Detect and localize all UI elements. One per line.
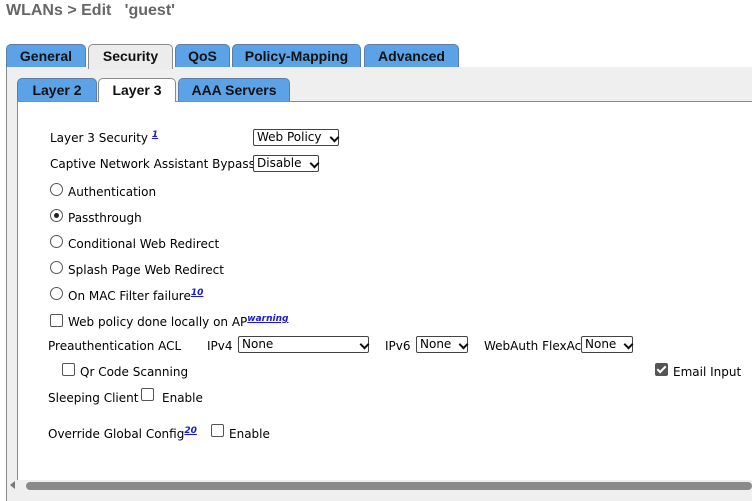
radio-splash-page-web-redirect-label: Splash Page Web Redirect: [68, 263, 224, 277]
tab-qos[interactable]: QoS: [175, 44, 230, 67]
scroll-left-icon[interactable]: [10, 481, 15, 489]
sleeping-client-enable-label: Enable: [162, 391, 203, 405]
radio-passthrough-label: Passthrough: [68, 211, 142, 225]
ipv4-label: IPv4: [207, 339, 233, 353]
radio-mac-filter-failure-label: On MAC Filter failure10: [68, 288, 204, 303]
sleeping-client-label: Sleeping Client: [48, 391, 139, 405]
preauth-acl-label: Preauthentication ACL: [48, 339, 182, 353]
override-global-config-label: Override Global Config20: [48, 426, 197, 441]
layer3-security-select[interactable]: Web Policy: [253, 129, 339, 146]
cna-bypass-label: Captive Network Assistant Bypass: [50, 157, 255, 171]
webauth-flexacl-select[interactable]: None: [581, 336, 634, 353]
tab-policy-mapping[interactable]: Policy-Mapping: [232, 44, 361, 67]
subtab-layer2[interactable]: Layer 2: [17, 78, 97, 101]
override-global-config-checkbox[interactable]: [211, 424, 224, 437]
cna-bypass-select[interactable]: Disable: [253, 155, 319, 172]
page-title: WLANs > Edit 'guest': [6, 2, 175, 19]
warning-link[interactable]: warning: [247, 314, 288, 324]
radio-passthrough[interactable]: [50, 209, 63, 222]
radio-mac-filter-failure[interactable]: [50, 287, 63, 300]
ipv4-acl-select[interactable]: None: [238, 336, 369, 353]
email-input-label: Email Input: [673, 365, 742, 379]
scrollbar-thumb[interactable]: [26, 482, 752, 490]
footnote-link[interactable]: 20: [184, 426, 197, 436]
ipv6-label: IPv6: [385, 339, 411, 353]
radio-authentication-label: Authentication: [68, 185, 157, 199]
web-policy-local-checkbox[interactable]: [50, 314, 63, 327]
override-global-enable-label: Enable: [229, 427, 270, 441]
email-input-checkbox[interactable]: [655, 363, 668, 376]
radio-authentication[interactable]: [50, 183, 63, 196]
web-policy-local-label: Web policy done locally on APwarning: [68, 314, 289, 329]
radio-conditional-web-redirect[interactable]: [50, 235, 63, 248]
layer3-security-label: Layer 3 Security 1: [50, 130, 159, 145]
tab-advanced[interactable]: Advanced: [364, 44, 459, 67]
radio-conditional-web-redirect-label: Conditional Web Redirect: [68, 237, 220, 251]
webauth-flexacl-label: WebAuth FlexAcl: [484, 339, 585, 353]
tab-security[interactable]: Security: [88, 44, 173, 69]
subtab-layer3[interactable]: Layer 3: [98, 78, 176, 102]
footnote-link[interactable]: 1: [152, 130, 158, 140]
subtab-aaa-servers[interactable]: AAA Servers: [178, 78, 290, 101]
qr-code-scanning-label: Qr Code Scanning: [80, 365, 189, 379]
sleeping-client-checkbox[interactable]: [141, 388, 154, 401]
qr-code-scanning-checkbox[interactable]: [62, 363, 75, 376]
tab-general[interactable]: General: [6, 44, 86, 67]
footnote-link[interactable]: 10: [191, 288, 204, 298]
radio-splash-page-web-redirect[interactable]: [50, 261, 63, 274]
ipv6-acl-select[interactable]: None: [416, 336, 469, 353]
